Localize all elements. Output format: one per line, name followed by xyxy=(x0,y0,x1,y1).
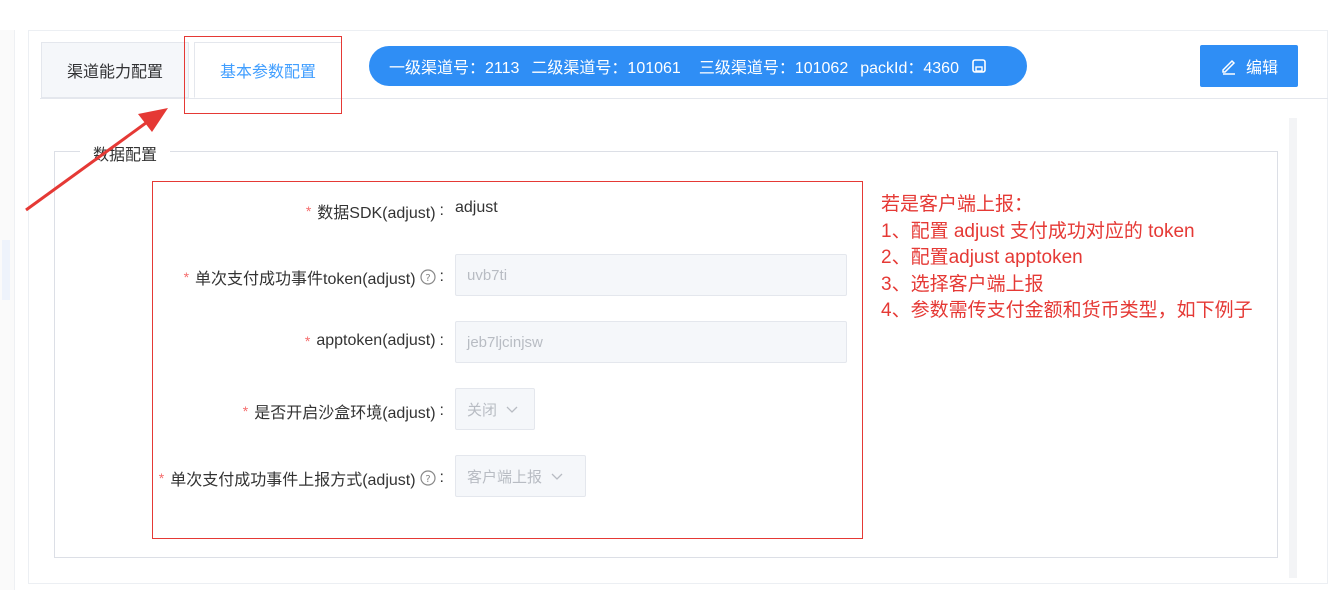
required-mark: * xyxy=(158,470,165,486)
level2-channel: 二级渠道号：101061 xyxy=(531,60,681,77)
svg-text:?: ? xyxy=(425,273,430,284)
edit-button[interactable]: 编辑 xyxy=(1200,45,1298,87)
annotation-note: 若是客户端上报： 1、配置 adjust 支付成功对应的 token 2、配置a… xyxy=(881,192,1253,325)
sandbox-label: 是否开启沙盒环境(adjust) xyxy=(254,405,436,422)
sandbox-select[interactable]: 关闭 xyxy=(455,388,535,430)
report-mode-label: 单次支付成功事件上报方式(adjust) xyxy=(170,472,416,489)
note-line: 4、参数需传支付金额和货币类型，如下例子 xyxy=(881,300,1253,321)
token-label: 单次支付成功事件token(adjust) xyxy=(195,271,416,288)
sdk-label: 数据SDK(adjust) xyxy=(317,205,436,222)
level3-channel: 三级渠道号：101062 xyxy=(698,60,849,77)
sdk-value: adjust xyxy=(455,199,498,216)
required-mark: * xyxy=(304,333,311,349)
question-circle-icon[interactable]: ? xyxy=(419,269,436,285)
chevron-down-icon xyxy=(506,406,518,413)
note-line: 2、配置adjust apptoken xyxy=(881,247,1083,268)
chevron-down-icon xyxy=(551,473,563,480)
apptoken-input[interactable]: jeb7ljcinjsw xyxy=(455,321,847,363)
tab-channel-capability[interactable]: 渠道能力配置 xyxy=(41,42,189,98)
pack-id: packId：4360 xyxy=(860,60,959,77)
sidebar-active-marker xyxy=(2,240,10,300)
svg-text:?: ? xyxy=(425,474,430,485)
question-circle-icon[interactable]: ? xyxy=(419,470,436,486)
edit-button-label: 编辑 xyxy=(1245,60,1278,77)
required-mark: * xyxy=(242,403,249,419)
save-icon[interactable] xyxy=(971,58,987,74)
fieldset-legend: 数据配置 xyxy=(80,141,171,165)
note-line: 若是客户端上报： xyxy=(881,194,1034,215)
vertical-scrollbar[interactable] xyxy=(1289,118,1297,578)
report-mode-select-value: 客户端上报 xyxy=(467,468,543,486)
pencil-icon xyxy=(1222,59,1236,75)
report-mode-select[interactable]: 客户端上报 xyxy=(455,455,586,497)
sandbox-select-value: 关闭 xyxy=(467,401,498,419)
tab-basic-params[interactable]: 基本参数配置 xyxy=(194,42,342,98)
note-line: 3、选择客户端上报 xyxy=(881,273,1044,295)
left-sidebar-edge xyxy=(0,30,15,590)
required-mark: * xyxy=(305,203,312,219)
token-input[interactable]: uvb7ti xyxy=(455,254,847,296)
required-mark: * xyxy=(183,269,190,285)
channel-info-badge: 一级渠道号：2113 二级渠道号：101061 三级渠道号：101062 pac… xyxy=(369,46,1027,86)
note-line: 1、配置 adjust 支付成功对应的 token xyxy=(881,220,1195,242)
level1-channel: 一级渠道号：2113 xyxy=(389,60,520,77)
apptoken-label: apptoken(adjust) xyxy=(316,332,436,349)
